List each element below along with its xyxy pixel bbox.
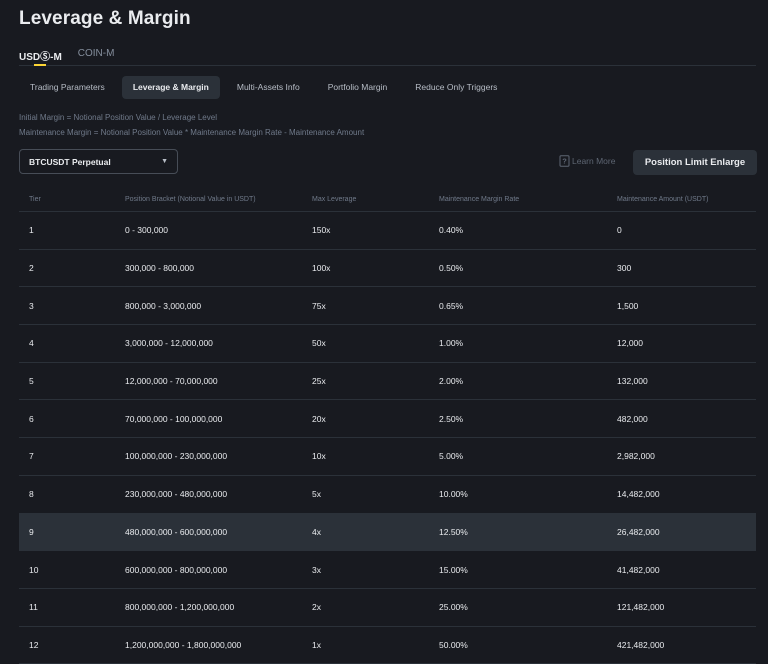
cell-maintenance-margin-rate: 12.50% [439,526,468,537]
cell-max-leverage: 20x [312,413,326,424]
cell-max-leverage: 2x [312,602,321,613]
subtabs: Trading Parameters Leverage & Margin Mul… [19,76,508,99]
header-max-leverage: Max Leverage [312,196,357,203]
tab-trading-parameters[interactable]: Trading Parameters [19,76,116,99]
position-limit-enlarge-button[interactable]: Position Limit Enlarge [633,150,757,175]
cell-maintenance-amount: 2,982,000 [617,451,655,462]
cell-tier: 6 [29,413,34,424]
cell-max-leverage: 4x [312,526,321,537]
tab-leverage-margin[interactable]: Leverage & Margin [121,76,220,99]
cell-position-bracket: 0 - 300,000 [125,225,169,236]
table-row[interactable]: 7 100,000,000 - 230,000,000 10x 5.00% 2,982,… [19,438,756,476]
header-maintenance-margin-rate: Maintenance Margin Rate [439,196,520,203]
table-row[interactable]: 2 300,000 - 800,000 100x 0.50% 300 [19,250,756,288]
page-title: Leverage & Margin [19,8,191,29]
cell-position-bracket: 100,000,000 - 230,000,000 [125,451,228,462]
cell-maintenance-amount: 14,482,000 [617,489,660,500]
cell-maintenance-amount: 421,482,000 [617,639,665,650]
tab-portfolio-margin[interactable]: Portfolio Margin [317,76,399,99]
cell-tier: 5 [29,376,34,387]
table-row[interactable]: 4 3,000,000 - 12,000,000 50x 1.00% 12,000 [19,325,756,363]
cell-tier: 1 [29,225,34,236]
cell-maintenance-amount: 121,482,000 [617,602,665,613]
cell-position-bracket: 800,000 - 3,000,000 [125,300,202,311]
cell-tier: 10 [29,564,39,575]
cell-maintenance-margin-rate: 5.00% [439,451,464,462]
learn-more-link[interactable]: ? Learn More [559,155,615,167]
cell-position-bracket: 300,000 - 800,000 [125,263,195,274]
cell-max-leverage: 1x [312,639,321,650]
cell-tier: 7 [29,451,34,462]
cell-maintenance-margin-rate: 1.00% [439,338,464,349]
cell-position-bracket: 12,000,000 - 70,000,000 [125,376,218,387]
table-row[interactable]: 5 12,000,000 - 70,000,000 25x 2.00% 132,000 [19,363,756,401]
cell-tier: 4 [29,338,34,349]
maintenance-margin-formula: Maintenance Margin = Notional Position V… [19,128,365,137]
cell-maintenance-margin-rate: 25.00% [439,602,468,613]
cell-max-leverage: 10x [312,451,326,462]
cell-max-leverage: 5x [312,489,321,500]
symbol-select-value: BTCUSDT Perpetual [29,156,111,167]
question-book-icon: ? [559,155,570,167]
cell-max-leverage: 100x [312,263,331,274]
cell-tier: 9 [29,526,34,537]
cell-maintenance-amount: 0 [617,225,622,236]
cell-maintenance-amount: 26,482,000 [617,526,660,537]
cell-max-leverage: 3x [312,564,321,575]
table-row[interactable]: 12 1,200,000,000 - 1,800,000,000 1x 50.00% 4… [19,627,756,664]
svg-text:?: ? [562,157,567,166]
cell-maintenance-margin-rate: 10.00% [439,489,468,500]
cell-maintenance-margin-rate: 2.00% [439,376,464,387]
cell-maintenance-amount: 41,482,000 [617,564,660,575]
tab-usds-m[interactable]: USDⓈ-M [19,46,62,66]
cell-maintenance-margin-rate: 0.40% [439,225,464,236]
table-row[interactable]: 11 800,000,000 - 1,200,000,000 2x 25.00% 121… [19,589,756,627]
caret-down-icon: ▼ [161,158,168,165]
cell-maintenance-margin-rate: 0.65% [439,300,464,311]
cell-tier: 12 [29,639,39,650]
cell-tier: 2 [29,263,34,274]
cell-position-bracket: 70,000,000 - 100,000,000 [125,413,223,424]
cell-max-leverage: 75x [312,300,326,311]
header-tier: Tier [29,196,41,203]
cell-maintenance-margin-rate: 0.50% [439,263,464,274]
cell-maintenance-amount: 12,000 [617,338,643,349]
leverage-margin-table: Tier Position Bracket (Notional Value in… [19,188,756,664]
cell-maintenance-amount: 1,500 [617,300,639,311]
table-row[interactable]: 3 800,000 - 3,000,000 75x 0.65% 1,500 [19,287,756,326]
table-row[interactable]: 6 70,000,000 - 100,000,000 20x 2.50% 482,000 [19,400,756,439]
cell-position-bracket: 480,000,000 - 600,000,000 [125,526,228,537]
cell-maintenance-amount: 300 [617,263,632,274]
cell-maintenance-margin-rate: 15.00% [439,564,468,575]
tab-coin-m[interactable]: COIN-M [78,46,115,65]
table-row[interactable]: 9 480,000,000 - 600,000,000 4x 12.50% 26,482… [19,513,756,552]
tab-reduce-only-triggers[interactable]: Reduce Only Triggers [404,76,508,99]
learn-more-label: Learn More [572,156,616,166]
cell-maintenance-amount: 132,000 [617,376,648,387]
initial-margin-formula: Initial Margin = Notional Position Value… [19,113,217,122]
table-row[interactable]: 8 230,000,000 - 480,000,000 5x 10.00% 14,482… [19,476,756,514]
cell-position-bracket: 600,000,000 - 800,000,000 [125,564,228,575]
cell-position-bracket: 1,200,000,000 - 1,800,000,000 [125,639,242,650]
table-header: Tier Position Bracket (Notional Value in… [19,188,756,212]
cell-tier: 3 [29,300,34,311]
cell-max-leverage: 150x [312,225,331,236]
header-maintenance-amount: Maintenance Amount (USDT) [617,196,709,203]
cell-maintenance-margin-rate: 2.50% [439,413,464,424]
cell-position-bracket: 3,000,000 - 12,000,000 [125,338,213,349]
cell-max-leverage: 50x [312,338,326,349]
cell-tier: 8 [29,489,34,500]
cell-max-leverage: 25x [312,376,326,387]
header-position-bracket: Position Bracket (Notional Value in USDT… [125,196,256,203]
cell-maintenance-margin-rate: 50.00% [439,639,468,650]
table-row[interactable]: 10 600,000,000 - 800,000,000 3x 15.00% 41,48… [19,551,756,589]
cell-position-bracket: 800,000,000 - 1,200,000,000 [125,602,235,613]
table-row[interactable]: 1 0 - 300,000 150x 0.40% 0 [19,212,756,250]
cell-position-bracket: 230,000,000 - 480,000,000 [125,489,228,500]
symbol-select[interactable]: BTCUSDT Perpetual ▼ [19,149,178,174]
cell-maintenance-amount: 482,000 [617,413,648,424]
cell-tier: 11 [29,602,38,613]
tab-multi-assets-info[interactable]: Multi-Assets Info [226,76,311,99]
market-tabs: USDⓈ-M COIN-M [19,46,756,66]
